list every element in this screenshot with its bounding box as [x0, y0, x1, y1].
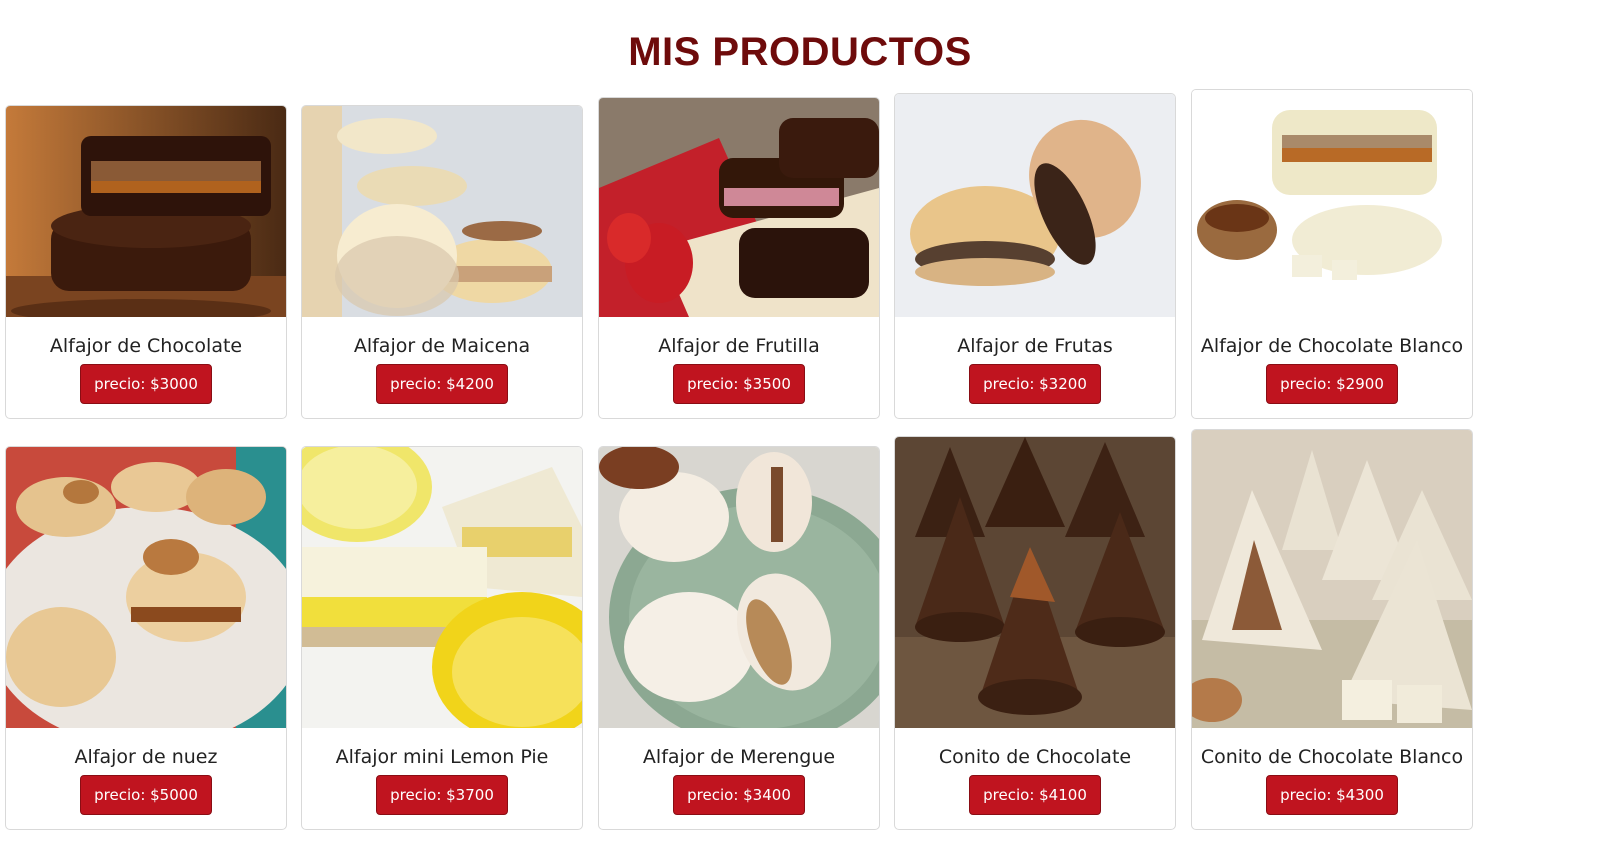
product-image-alfajor-nuez: [6, 447, 286, 728]
product-image-conito-chocolate-blanco: [1192, 430, 1472, 728]
product-card: Alfajor de Maicena precio: $4200: [301, 105, 583, 419]
product-card: Alfajor de Frutilla precio: $3500: [598, 97, 880, 419]
price-button[interactable]: precio: $2900: [1266, 364, 1398, 404]
price-button[interactable]: precio: $3500: [673, 364, 805, 404]
product-card: Conito de Chocolate precio: $4100: [894, 436, 1176, 830]
price-button[interactable]: precio: $3000: [80, 364, 212, 404]
price-button[interactable]: precio: $5000: [80, 775, 212, 815]
product-name: Alfajor de Merengue: [642, 746, 836, 768]
price-button[interactable]: precio: $3200: [969, 364, 1101, 404]
product-name: Alfajor de nuez: [74, 746, 218, 768]
product-image-alfajor-chocolate: [6, 106, 286, 317]
product-card: Alfajor de Chocolate precio: $3000: [5, 105, 287, 419]
product-card: Alfajor de Chocolate Blanco precio: $290…: [1191, 89, 1473, 419]
product-name: Alfajor de Chocolate Blanco: [1200, 335, 1464, 357]
price-button[interactable]: precio: $3700: [376, 775, 508, 815]
product-name: Alfajor de Chocolate: [49, 335, 243, 357]
product-name: Alfajor mini Lemon Pie: [335, 746, 549, 768]
product-image-alfajor-merengue: [599, 447, 879, 728]
product-name: Alfajor de Frutilla: [658, 335, 820, 357]
product-image-alfajor-frutas: [895, 94, 1175, 317]
product-image-alfajor-frutilla: [599, 98, 879, 317]
product-card: Alfajor mini Lemon Pie precio: $3700: [301, 446, 583, 830]
product-name: Alfajor de Maicena: [353, 335, 531, 357]
product-image-alfajor-lemon-pie: [302, 447, 582, 728]
product-name: Alfajor de Frutas: [957, 335, 1113, 357]
product-image-conito-chocolate: [895, 437, 1175, 728]
product-card: Alfajor de Frutas precio: $3200: [894, 93, 1176, 419]
product-card: Alfajor de Merengue precio: $3400: [598, 446, 880, 830]
product-name: Conito de Chocolate: [938, 746, 1132, 768]
product-image-alfajor-maicena: [302, 106, 582, 317]
product-image-alfajor-chocolate-blanco: [1192, 90, 1472, 317]
price-button[interactable]: precio: $4300: [1266, 775, 1398, 815]
price-button[interactable]: precio: $3400: [673, 775, 805, 815]
price-button[interactable]: precio: $4100: [969, 775, 1101, 815]
price-button[interactable]: precio: $4200: [376, 364, 508, 404]
page-title: MIS PRODUCTOS: [628, 30, 972, 74]
product-name: Conito de Chocolate Blanco: [1200, 746, 1464, 768]
product-card: Conito de Chocolate Blanco precio: $4300: [1191, 429, 1473, 830]
product-card: Alfajor de nuez precio: $5000: [5, 446, 287, 830]
